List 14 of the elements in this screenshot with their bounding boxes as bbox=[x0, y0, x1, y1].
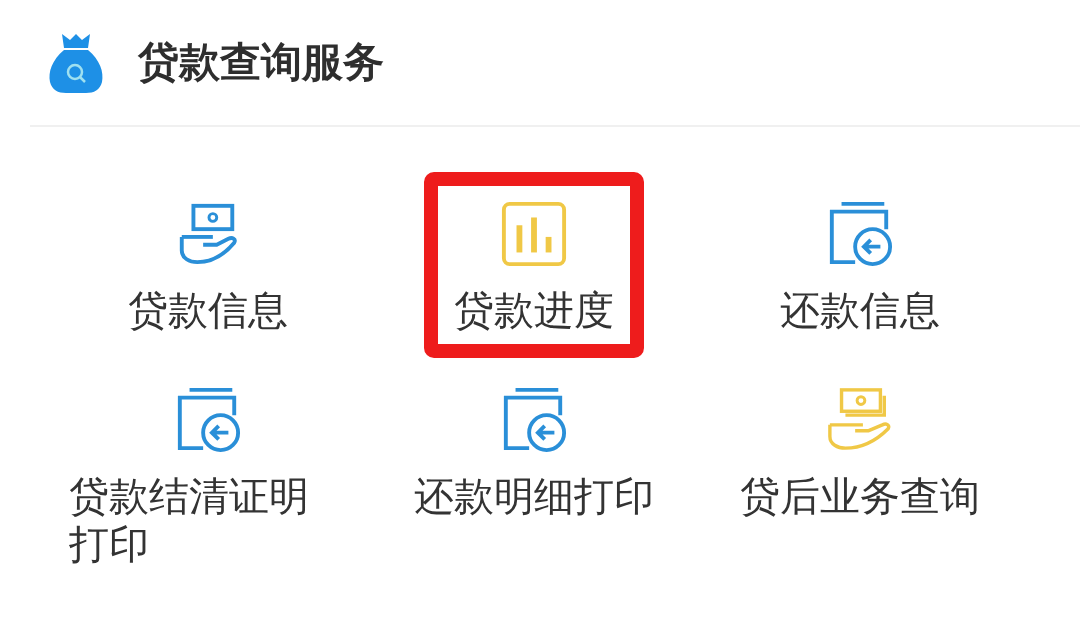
service-item[interactable]: 贷款信息 bbox=[98, 172, 318, 358]
service-label: 还款明细打印 bbox=[414, 472, 654, 520]
service-label: 还款信息 bbox=[780, 286, 940, 334]
service-item[interactable]: 贷后业务查询 bbox=[716, 358, 1004, 544]
section-title: 贷款查询服务 bbox=[138, 37, 384, 88]
service-label: 贷款结清证明打印 bbox=[69, 472, 310, 568]
service-label: 贷后业务查询 bbox=[740, 472, 980, 520]
service-item[interactable]: 还款信息 bbox=[750, 172, 970, 358]
service-label: 贷款进度 bbox=[454, 286, 614, 334]
highlighted-service-item[interactable]: 贷款进度 bbox=[424, 172, 644, 358]
service-item[interactable]: 贷款结清证明打印 bbox=[45, 358, 371, 592]
money-bag-icon bbox=[48, 31, 104, 94]
service-item[interactable]: 还款明细打印 bbox=[390, 358, 678, 544]
service-label: 贷款信息 bbox=[128, 286, 288, 334]
